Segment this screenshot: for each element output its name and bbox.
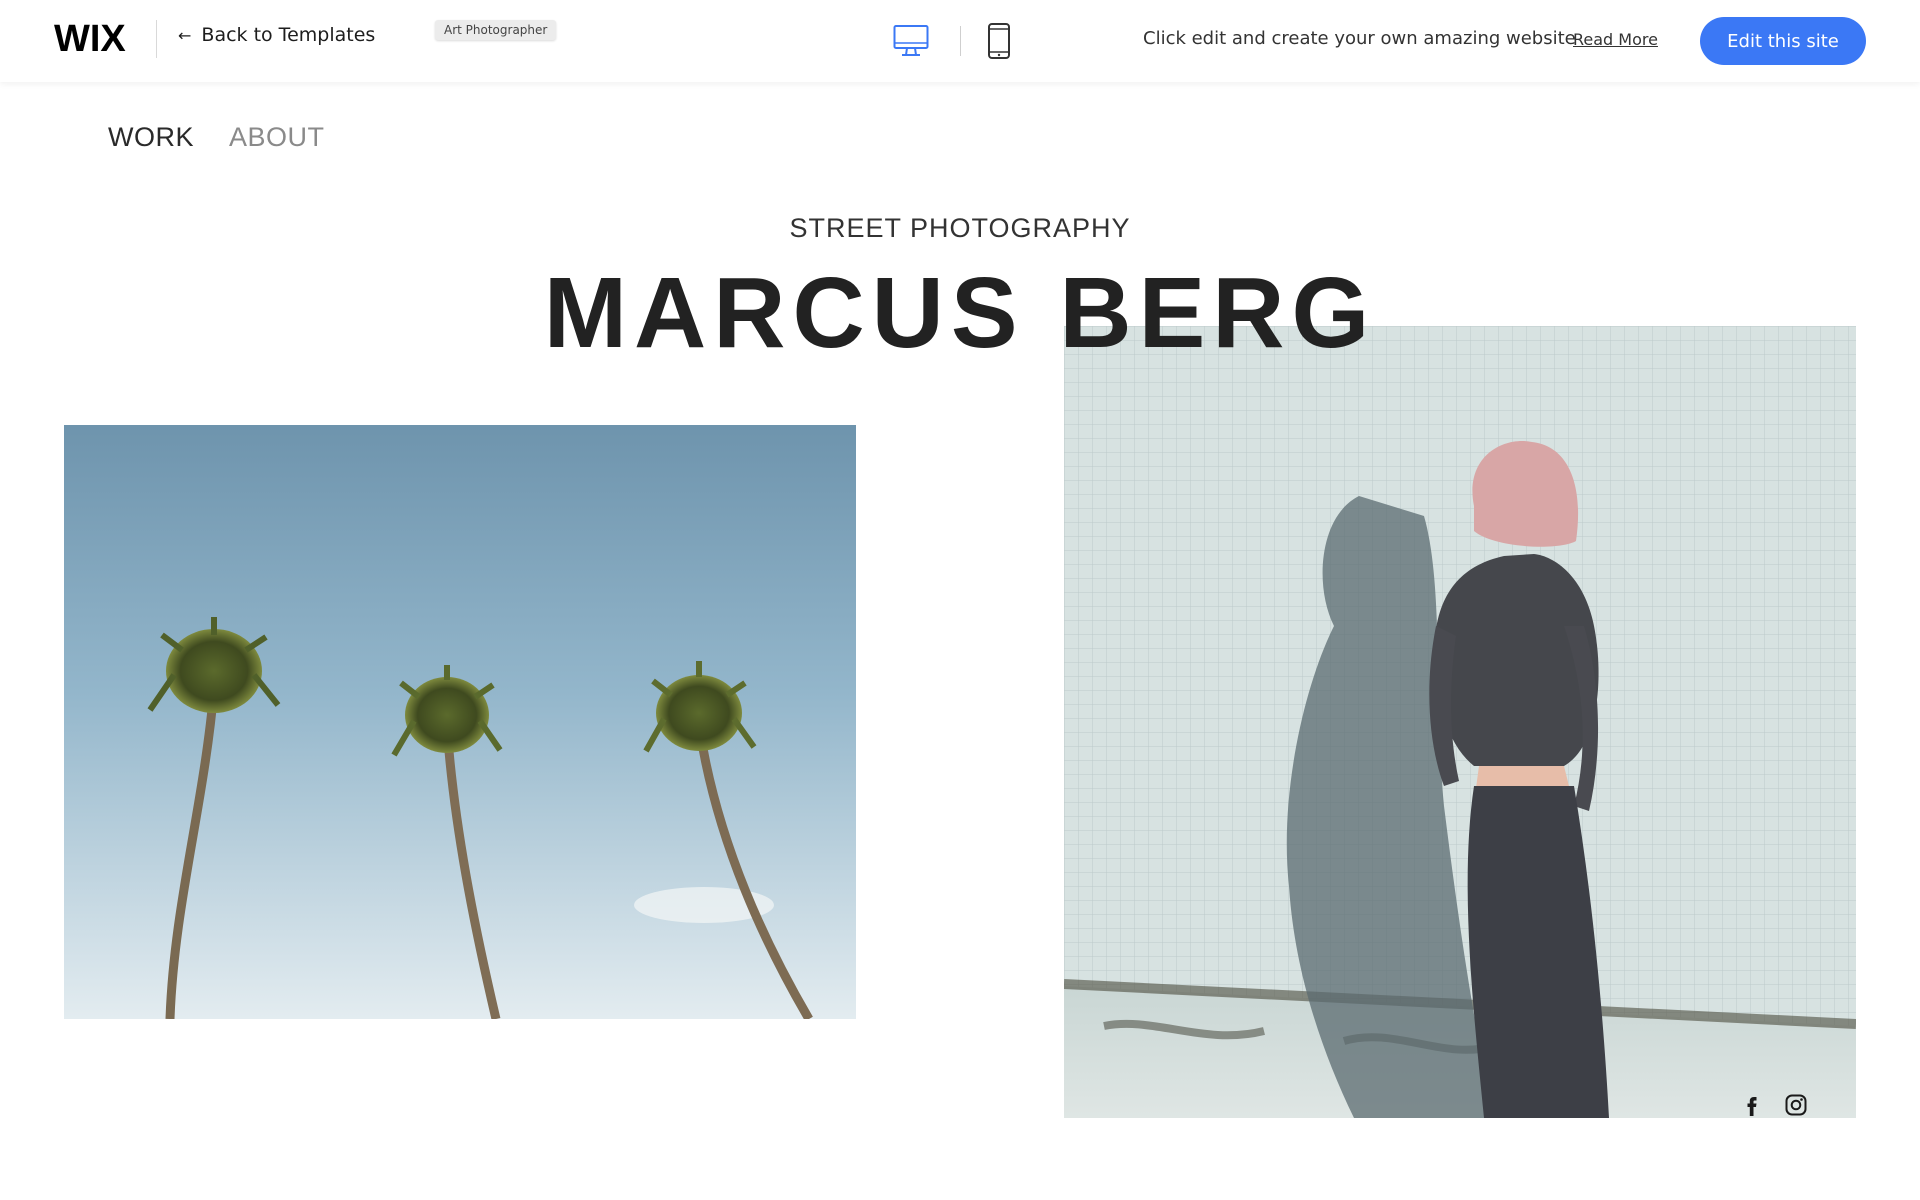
site-subtitle: STREET PHOTOGRAPHY: [789, 213, 1131, 243]
back-to-templates-label: Back to Templates: [201, 24, 376, 46]
wix-logo[interactable]: WIX: [54, 18, 142, 58]
arrow-left-icon: ←: [178, 25, 192, 45]
back-to-templates-link[interactable]: ← Back to Templates: [178, 24, 375, 46]
desktop-icon[interactable]: [893, 24, 929, 58]
read-more-link[interactable]: Read More: [1573, 30, 1658, 49]
svg-text:WIX: WIX: [54, 18, 126, 58]
site-nav: WORK ABOUT: [108, 122, 325, 153]
palm-trees-image: [64, 425, 856, 1019]
promo-text: Click edit and create your own amazing w…: [1143, 28, 1576, 49]
template-name-tag: Art Photographer: [435, 20, 557, 40]
logo-divider: [156, 20, 157, 58]
woman-wall-photo[interactable]: [1064, 326, 1856, 1118]
facebook-icon[interactable]: [1740, 1093, 1764, 1117]
mobile-icon[interactable]: [986, 22, 1012, 60]
palm-trees-photo[interactable]: [64, 425, 856, 1019]
site-title: MARCUS BERG: [543, 257, 1377, 369]
nav-item-work[interactable]: WORK: [108, 122, 194, 153]
nav-item-about[interactable]: ABOUT: [229, 122, 325, 153]
social-bar: [1740, 1093, 1808, 1117]
edit-this-site-button[interactable]: Edit this site: [1700, 17, 1866, 65]
device-divider: [960, 26, 961, 56]
instagram-icon[interactable]: [1784, 1093, 1808, 1117]
wix-preview-bar: WIX ← Back to Templates Art Photographer…: [0, 0, 1920, 82]
woman-wall-image: [1064, 326, 1856, 1118]
